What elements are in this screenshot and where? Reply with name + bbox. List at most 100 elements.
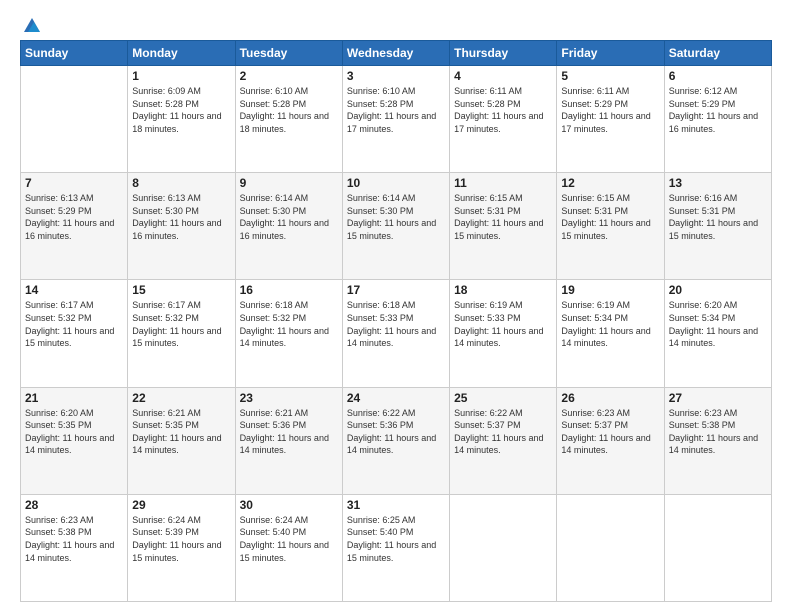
weekday-header: Thursday [450,41,557,66]
cell-details: Sunrise: 6:25 AMSunset: 5:40 PMDaylight:… [347,514,445,564]
day-number: 31 [347,498,445,512]
cell-details: Sunrise: 6:18 AMSunset: 5:32 PMDaylight:… [240,299,338,349]
day-number: 23 [240,391,338,405]
day-number: 30 [240,498,338,512]
calendar-cell: 8 Sunrise: 6:13 AMSunset: 5:30 PMDaylight… [128,173,235,280]
day-number: 1 [132,69,230,83]
weekday-header: Friday [557,41,664,66]
day-number: 18 [454,283,552,297]
day-number: 7 [25,176,123,190]
calendar-cell: 14 Sunrise: 6:17 AMSunset: 5:32 PMDayligh… [21,280,128,387]
calendar-cell: 22Sunrise: 6:21 AMSunset: 5:35 PMDayligh… [128,387,235,494]
calendar-cell: 18 Sunrise: 6:19 AMSunset: 5:33 PMDayligh… [450,280,557,387]
weekday-header: Monday [128,41,235,66]
cell-details: Sunrise: 6:22 AMSunset: 5:36 PMDaylight:… [347,407,445,457]
calendar-cell: 27 Sunrise: 6:23 AMSunset: 5:38 PMDayligh… [664,387,771,494]
logo [20,18,42,32]
day-number: 28 [25,498,123,512]
calendar-cell: 16 Sunrise: 6:18 AMSunset: 5:32 PMDayligh… [235,280,342,387]
day-number: 29 [132,498,230,512]
cell-details: Sunrise: 6:15 AMSunset: 5:31 PMDaylight:… [454,192,552,242]
calendar-cell: 9 Sunrise: 6:14 AMSunset: 5:30 PMDaylight… [235,173,342,280]
weekday-header: Tuesday [235,41,342,66]
cell-details: Sunrise: 6:14 AMSunset: 5:30 PMDaylight:… [240,192,338,242]
calendar-cell: 23 Sunrise: 6:21 AMSunset: 5:36 PMDayligh… [235,387,342,494]
day-number: 20 [669,283,767,297]
cell-details: Sunrise: 6:13 AMSunset: 5:30 PMDaylight:… [132,192,230,242]
day-number: 11 [454,176,552,190]
cell-details: Sunrise: 6:23 AMSunset: 5:38 PMDaylight:… [669,407,767,457]
calendar-cell: 15 Sunrise: 6:17 AMSunset: 5:32 PMDayligh… [128,280,235,387]
cell-details: Sunrise: 6:19 AMSunset: 5:33 PMDaylight:… [454,299,552,349]
cell-details: Sunrise: 6:09 AMSunset: 5:28 PMDaylight:… [132,85,230,135]
cell-details: Sunrise: 6:11 AMSunset: 5:28 PMDaylight:… [454,85,552,135]
cell-details: Sunrise: 6:24 AMSunset: 5:40 PMDaylight:… [240,514,338,564]
cell-details: Sunrise: 6:21 AMSunset: 5:36 PMDaylight:… [240,407,338,457]
weekday-header: Saturday [664,41,771,66]
day-number: 25 [454,391,552,405]
weekday-header: Wednesday [342,41,449,66]
calendar-cell: 31 Sunrise: 6:25 AMSunset: 5:40 PMDayligh… [342,494,449,601]
day-number: 19 [561,283,659,297]
day-number: 24 [347,391,445,405]
calendar-cell: 2 Sunrise: 6:10 AMSunset: 5:28 PMDaylight… [235,66,342,173]
day-number: 5 [561,69,659,83]
calendar-table: SundayMondayTuesdayWednesdayThursdayFrid… [20,40,772,602]
cell-details: Sunrise: 6:20 AMSunset: 5:35 PMDaylight:… [25,407,123,457]
day-number: 15 [132,283,230,297]
calendar-cell: 21 Sunrise: 6:20 AMSunset: 5:35 PMDayligh… [21,387,128,494]
calendar-cell: 11 Sunrise: 6:15 AMSunset: 5:31 PMDayligh… [450,173,557,280]
calendar-header-row: SundayMondayTuesdayWednesdayThursdayFrid… [21,41,772,66]
day-number: 4 [454,69,552,83]
cell-details: Sunrise: 6:17 AMSunset: 5:32 PMDaylight:… [132,299,230,349]
weekday-header: Sunday [21,41,128,66]
day-number: 9 [240,176,338,190]
day-number: 12 [561,176,659,190]
calendar-cell [21,66,128,173]
cell-details: Sunrise: 6:23 AMSunset: 5:38 PMDaylight:… [25,514,123,564]
cell-details: Sunrise: 6:20 AMSunset: 5:34 PMDaylight:… [669,299,767,349]
calendar-week-row: 1 Sunrise: 6:09 AMSunset: 5:28 PMDaylight… [21,66,772,173]
day-number: 8 [132,176,230,190]
cell-details: Sunrise: 6:13 AMSunset: 5:29 PMDaylight:… [25,192,123,242]
cell-details: Sunrise: 6:17 AMSunset: 5:32 PMDaylight:… [25,299,123,349]
day-number: 14 [25,283,123,297]
cell-details: Sunrise: 6:18 AMSunset: 5:33 PMDaylight:… [347,299,445,349]
cell-details: Sunrise: 6:15 AMSunset: 5:31 PMDaylight:… [561,192,659,242]
day-number: 17 [347,283,445,297]
day-number: 3 [347,69,445,83]
calendar-week-row: 14 Sunrise: 6:17 AMSunset: 5:32 PMDayligh… [21,280,772,387]
day-number: 10 [347,176,445,190]
calendar-week-row: 7 Sunrise: 6:13 AMSunset: 5:29 PMDaylight… [21,173,772,280]
calendar-cell: 30 Sunrise: 6:24 AMSunset: 5:40 PMDayligh… [235,494,342,601]
cell-details: Sunrise: 6:19 AMSunset: 5:34 PMDaylight:… [561,299,659,349]
calendar-cell: 17 Sunrise: 6:18 AMSunset: 5:33 PMDayligh… [342,280,449,387]
cell-details: Sunrise: 6:14 AMSunset: 5:30 PMDaylight:… [347,192,445,242]
header [20,18,772,32]
calendar-cell: 10 Sunrise: 6:14 AMSunset: 5:30 PMDayligh… [342,173,449,280]
calendar-cell: 3Sunrise: 6:10 AMSunset: 5:28 PMDaylight… [342,66,449,173]
day-number: 16 [240,283,338,297]
cell-details: Sunrise: 6:10 AMSunset: 5:28 PMDaylight:… [240,85,338,135]
calendar-cell: 26Sunrise: 6:23 AMSunset: 5:37 PMDayligh… [557,387,664,494]
page: SundayMondayTuesdayWednesdayThursdayFrid… [0,0,792,612]
day-number: 21 [25,391,123,405]
calendar-week-row: 21 Sunrise: 6:20 AMSunset: 5:35 PMDayligh… [21,387,772,494]
calendar-week-row: 28 Sunrise: 6:23 AMSunset: 5:38 PMDayligh… [21,494,772,601]
cell-details: Sunrise: 6:12 AMSunset: 5:29 PMDaylight:… [669,85,767,135]
calendar-cell [557,494,664,601]
calendar-cell: 28 Sunrise: 6:23 AMSunset: 5:38 PMDayligh… [21,494,128,601]
cell-details: Sunrise: 6:16 AMSunset: 5:31 PMDaylight:… [669,192,767,242]
calendar-cell [450,494,557,601]
day-number: 26 [561,391,659,405]
calendar-cell: 1 Sunrise: 6:09 AMSunset: 5:28 PMDaylight… [128,66,235,173]
day-number: 27 [669,391,767,405]
day-number: 2 [240,69,338,83]
calendar-cell: 4 Sunrise: 6:11 AMSunset: 5:28 PMDaylight… [450,66,557,173]
calendar-cell [664,494,771,601]
cell-details: Sunrise: 6:11 AMSunset: 5:29 PMDaylight:… [561,85,659,135]
cell-details: Sunrise: 6:21 AMSunset: 5:35 PMDaylight:… [132,407,230,457]
calendar-cell: 29Sunrise: 6:24 AMSunset: 5:39 PMDayligh… [128,494,235,601]
day-number: 6 [669,69,767,83]
calendar-cell: 7 Sunrise: 6:13 AMSunset: 5:29 PMDaylight… [21,173,128,280]
